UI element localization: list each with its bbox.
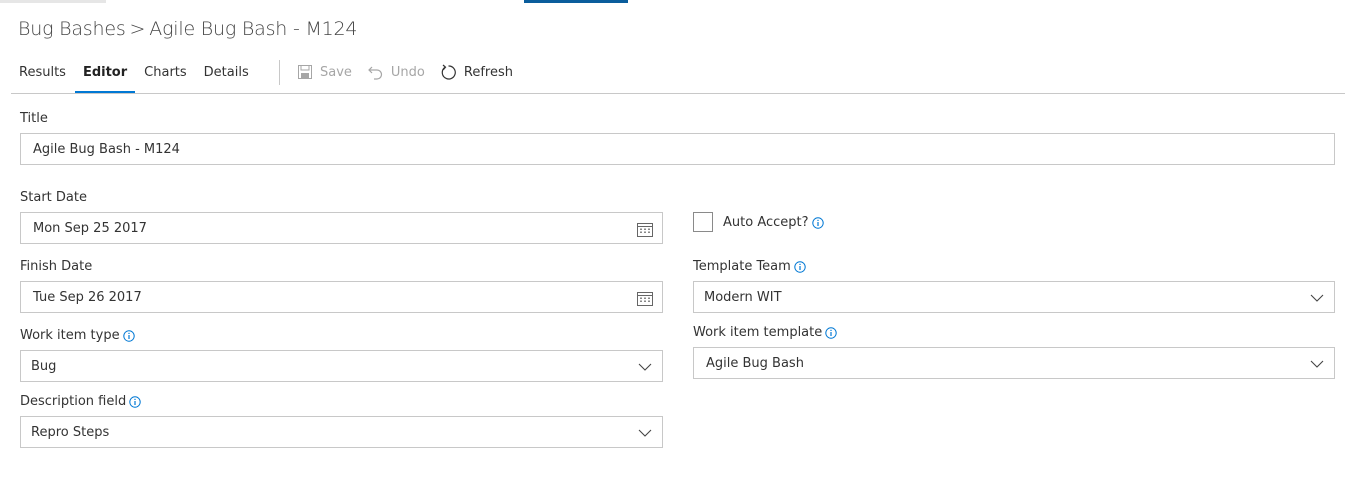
refresh-button[interactable]: Refresh	[440, 63, 513, 81]
work-item-type-dropdown[interactable]: Bug	[20, 350, 663, 382]
undo-icon	[367, 63, 385, 81]
save-button[interactable]: Save	[296, 63, 352, 81]
undo-button[interactable]: Undo	[367, 63, 425, 81]
finish-date-label: Finish Date	[20, 259, 93, 274]
toolbar-divider	[279, 60, 280, 85]
breadcrumb-separator: >	[129, 18, 146, 40]
work-item-template-dropdown[interactable]: Agile Bug Bash	[693, 347, 1335, 379]
work-item-type-label: Work item type	[20, 328, 135, 343]
auto-accept-text: Auto Accept?	[723, 215, 809, 230]
work-item-type-text: Work item type	[20, 328, 120, 343]
finish-date-input[interactable]: Tue Sep 26 2017	[20, 281, 663, 313]
calendar-icon[interactable]	[636, 289, 654, 307]
chevron-down-icon	[636, 424, 654, 442]
template-team-value: Modern WIT	[704, 289, 782, 305]
chevron-down-icon	[636, 358, 654, 376]
start-date-value: Mon Sep 25 2017	[33, 220, 147, 236]
work-item-template-text: Work item template	[693, 325, 823, 340]
refresh-icon	[440, 63, 458, 81]
finish-date-value: Tue Sep 26 2017	[33, 289, 142, 305]
tab-details[interactable]: Details	[196, 55, 257, 93]
work-item-template-label: Work item template	[693, 325, 837, 340]
top-strip	[0, 0, 106, 3]
info-icon[interactable]	[825, 326, 837, 339]
template-team-label: Template Team	[693, 259, 806, 274]
description-field-dropdown[interactable]: Repro Steps	[20, 416, 663, 448]
chevron-down-icon	[1308, 289, 1326, 307]
title-input-value: Agile Bug Bash - M124	[33, 141, 180, 157]
tab-results[interactable]: Results	[11, 55, 74, 93]
breadcrumb-current: Agile Bug Bash - M124	[149, 18, 358, 40]
start-date-label: Start Date	[20, 190, 87, 205]
info-icon[interactable]	[811, 216, 824, 229]
undo-label: Undo	[390, 64, 425, 80]
title-label: Title	[20, 111, 48, 126]
save-icon	[296, 63, 314, 81]
template-team-text: Template Team	[693, 259, 791, 274]
description-field-text: Description field	[20, 394, 127, 409]
work-item-type-value: Bug	[31, 358, 57, 374]
tab-editor[interactable]: Editor	[74, 55, 136, 93]
template-team-dropdown[interactable]: Modern WIT	[693, 281, 1335, 313]
save-label: Save	[320, 64, 352, 80]
chevron-down-icon	[1308, 355, 1326, 373]
refresh-label: Refresh	[463, 64, 513, 80]
tab-bar-divider	[11, 93, 1345, 94]
toolbar: Save Undo Refresh	[296, 63, 528, 81]
start-date-input[interactable]: Mon Sep 25 2017	[20, 212, 663, 244]
top-strip-accent	[524, 0, 628, 3]
calendar-icon[interactable]	[636, 220, 654, 238]
breadcrumb-root[interactable]: Bug Bashes	[18, 18, 126, 40]
tab-bar: Results Editor Charts Details	[11, 55, 258, 93]
auto-accept-checkbox[interactable]	[693, 212, 713, 232]
title-input[interactable]: Agile Bug Bash - M124	[20, 133, 1335, 165]
tab-charts[interactable]: Charts	[136, 55, 195, 93]
info-icon[interactable]	[129, 395, 141, 408]
info-icon[interactable]	[122, 329, 135, 342]
work-item-template-value: Agile Bug Bash	[706, 355, 804, 371]
info-icon[interactable]	[794, 260, 806, 273]
auto-accept-label: Auto Accept?	[723, 215, 824, 230]
description-field-label: Description field	[20, 394, 141, 409]
description-field-value: Repro Steps	[31, 424, 110, 440]
breadcrumb: Bug Bashes > Agile Bug Bash - M124	[18, 18, 358, 40]
